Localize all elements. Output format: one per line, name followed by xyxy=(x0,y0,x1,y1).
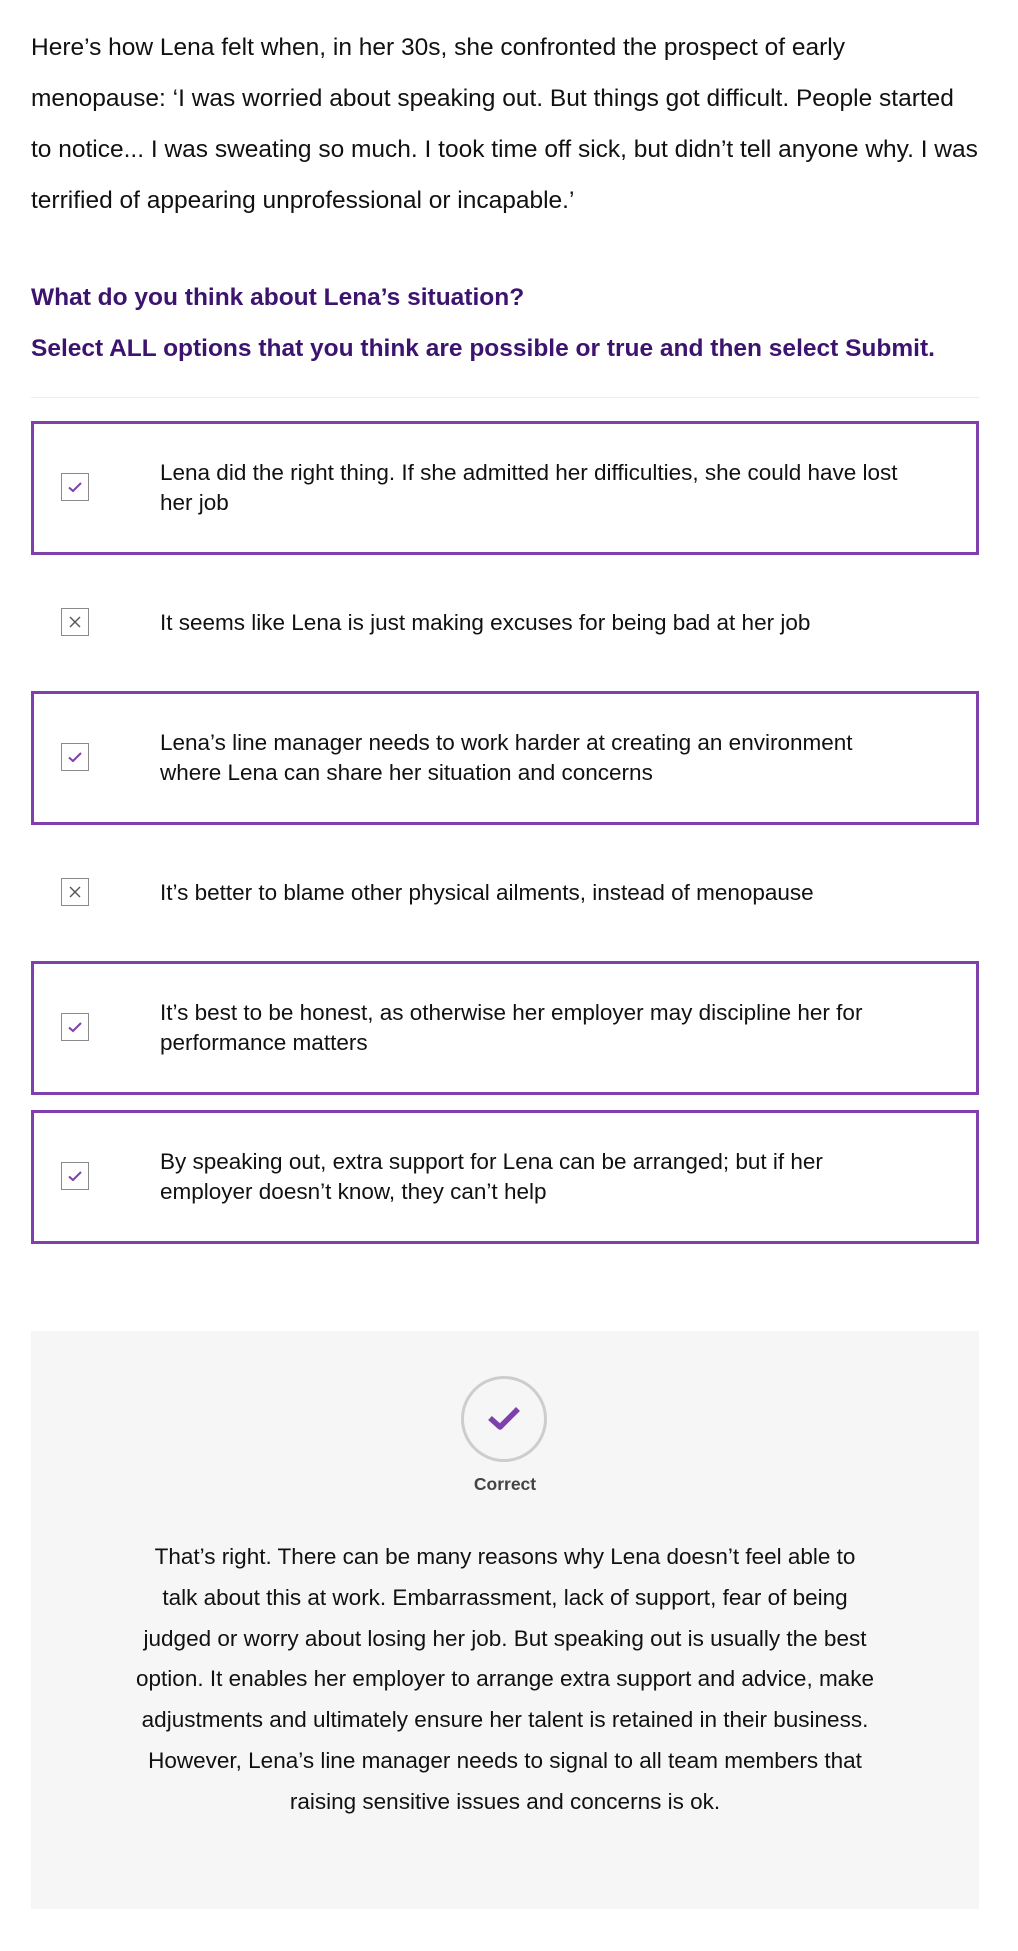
divider xyxy=(31,397,979,398)
option-label: It’s better to blame other physical ailm… xyxy=(160,880,814,905)
intro-paragraph: Here’s how Lena felt when, in her 30s, s… xyxy=(31,34,978,214)
question-instruction: Select ALL options that you think are po… xyxy=(31,335,935,362)
option-item[interactable]: Lena’s line manager needs to work harder… xyxy=(31,691,979,825)
checkbox-cross-icon[interactable] xyxy=(61,608,89,636)
option-item[interactable]: It seems like Lena is just making excuse… xyxy=(31,555,979,691)
option-label: By speaking out, extra support for Lena … xyxy=(160,1149,823,1204)
option-item[interactable]: Lena did the right thing. If she admitte… xyxy=(31,421,979,555)
option-label: Lena’s line manager needs to work harder… xyxy=(160,730,853,785)
checkbox-checked-icon[interactable] xyxy=(61,1162,89,1190)
question-block: What do you think about Lena’s situation… xyxy=(31,272,979,374)
option-label: It seems like Lena is just making excuse… xyxy=(160,610,811,635)
checkmark-icon xyxy=(461,1376,547,1462)
question-prompt: What do you think about Lena’s situation… xyxy=(31,284,525,311)
checkbox-checked-icon[interactable] xyxy=(61,743,89,771)
checkbox-cross-icon[interactable] xyxy=(61,878,89,906)
option-label: Lena did the right thing. If she admitte… xyxy=(160,460,898,515)
feedback-status: Correct xyxy=(473,1474,537,1494)
option-label: It’s best to be honest, as otherwise her… xyxy=(160,1000,863,1055)
feedback-panel: Correct That’s right. There can be many … xyxy=(31,1331,979,1909)
checkbox-checked-icon[interactable] xyxy=(61,473,89,501)
option-item[interactable]: It’s better to blame other physical ailm… xyxy=(31,825,979,961)
options-list: Lena did the right thing. If she admitte… xyxy=(31,421,979,1244)
option-item[interactable]: By speaking out, extra support for Lena … xyxy=(31,1110,979,1244)
option-item[interactable]: It’s best to be honest, as otherwise her… xyxy=(31,961,979,1095)
checkbox-checked-icon[interactable] xyxy=(61,1013,89,1041)
question-container: Here’s how Lena felt when, in her 30s, s… xyxy=(31,0,979,1244)
feedback-body: That’s right. There can be many reasons … xyxy=(136,1544,874,1814)
